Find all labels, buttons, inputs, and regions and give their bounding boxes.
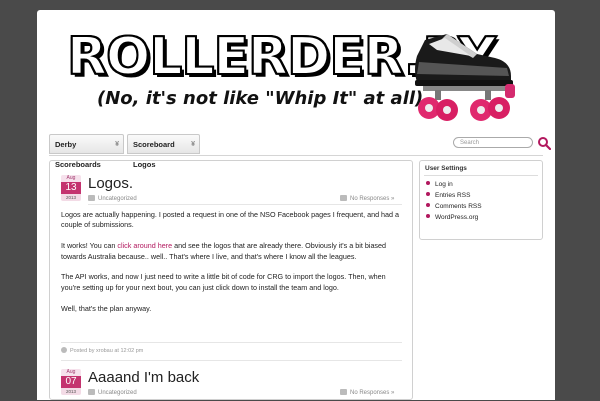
sidebar-item-comments-rss[interactable]: Comments RSS [426, 201, 482, 212]
post-footer-divider [61, 342, 402, 343]
post-responses[interactable]: No Responses » [340, 389, 394, 396]
posted-by-text: Posted by xrobau at 12:02 pm [70, 348, 144, 354]
sidebar-item-label: Entries RSS [435, 192, 471, 199]
bullet-icon [426, 181, 430, 185]
post-author-line: Posted by xrobau at 12:02 pm [61, 347, 143, 354]
post-article: Aug 07 2013 Aaaand I'm back Uncategorize… [61, 369, 403, 401]
sidebar-list: Log in Entries RSS Comments RSS WordPres… [426, 179, 482, 223]
post-responses-label: No Responses » [350, 196, 395, 202]
content-layer: Derby Scoreboards ¥ Scoreboard Logos ¥ S… [37, 10, 555, 400]
post-paragraph: It works! You can click around here and … [61, 241, 401, 262]
main-content: Aug 13 2013 Logos. Uncategorized No Resp… [49, 160, 413, 400]
post-date-month: Aug [61, 369, 81, 376]
folder-icon [88, 195, 95, 201]
user-icon [61, 347, 67, 353]
click-around-here-link[interactable]: click around here [117, 241, 172, 250]
tab-derby-scoreboards[interactable]: Derby Scoreboards ¥ [49, 134, 124, 169]
sidebar-title: User Settings [425, 165, 467, 172]
post-responses-label: No Responses » [350, 390, 395, 396]
post-body: Logos are actually happening. I posted a… [61, 210, 401, 324]
search-icon[interactable] [537, 136, 551, 150]
chevron-down-icon: ¥ [115, 141, 119, 148]
post-paragraph: The API works, and now I just need to wr… [61, 272, 386, 292]
post-date-year: 2013 [61, 388, 81, 395]
folder-icon [88, 389, 95, 395]
post-date-day: 07 [61, 376, 81, 388]
comment-icon [340, 195, 347, 201]
sidebar-item-label: WordPress.org [435, 214, 479, 221]
bullet-icon [426, 192, 430, 196]
bullet-icon [426, 203, 430, 207]
post-category-label: Uncategorized [98, 390, 137, 396]
sidebar-item-log-in[interactable]: Log in [426, 179, 482, 190]
sidebar-divider [424, 175, 538, 176]
post-date-year: 2013 [61, 194, 81, 201]
post-article: Aug 13 2013 Logos. Uncategorized No Resp… [61, 175, 403, 375]
post-date-month: Aug [61, 175, 81, 182]
post-paragraph: Logos are actually happening. I posted a… [61, 210, 400, 230]
post-responses[interactable]: No Responses » [340, 195, 394, 202]
post-category[interactable]: Uncategorized [88, 389, 137, 396]
post-category[interactable]: Uncategorized [88, 195, 137, 202]
post-title[interactable]: Logos. [88, 175, 133, 192]
chevron-down-icon: ¥ [191, 141, 195, 148]
nav-divider [49, 155, 543, 156]
tab-scoreboard-logos[interactable]: Scoreboard Logos ¥ [127, 134, 200, 169]
search-input[interactable]: Search [453, 137, 533, 148]
sidebar-item-entries-rss[interactable]: Entries RSS [426, 190, 482, 201]
sidebar-item-label: Log in [435, 181, 453, 188]
post-date-badge: Aug 07 2013 [61, 369, 81, 395]
post-separator [61, 360, 402, 361]
post-paragraph: Well, that's the plan anyway. [61, 303, 152, 313]
post-title[interactable]: Aaaand I'm back [88, 369, 199, 386]
comment-icon [340, 389, 347, 395]
post-category-label: Uncategorized [98, 196, 137, 202]
post-date-day: 13 [61, 182, 81, 194]
post-date-badge: Aug 13 2013 [61, 175, 81, 201]
sidebar-item-wordpress-org[interactable]: WordPress.org [426, 212, 482, 223]
sidebar-user-settings: User Settings Log in Entries RSS Comment… [419, 160, 543, 240]
meta-divider [88, 204, 402, 205]
sidebar-item-label: Comments RSS [435, 203, 482, 210]
paragraph-text: It works! You can [61, 241, 118, 251]
bullet-icon [426, 214, 430, 218]
